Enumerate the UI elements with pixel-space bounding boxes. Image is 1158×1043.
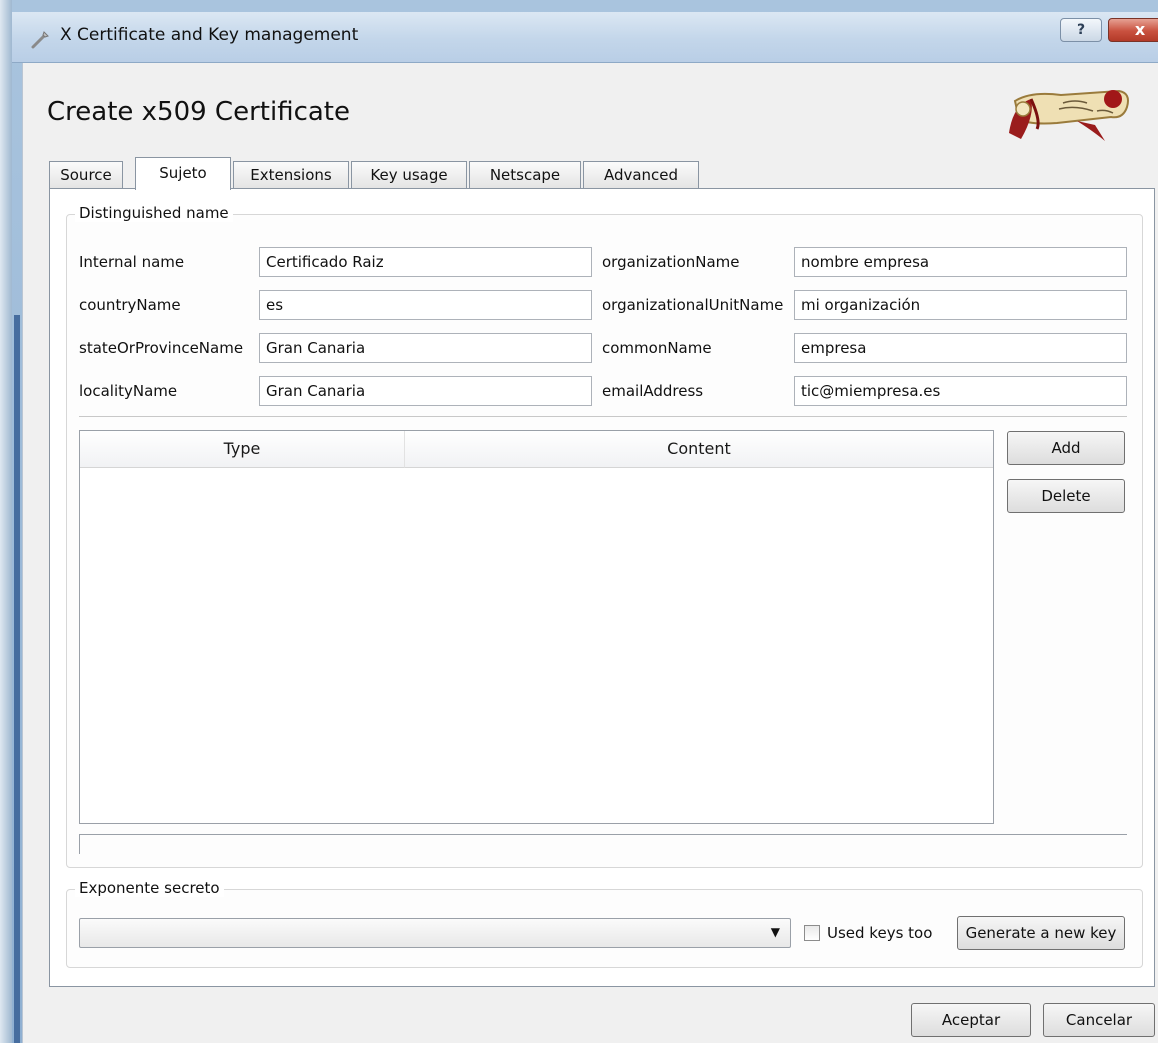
title-bar[interactable]: X Certificate and Key management ? x [12,12,1158,63]
delete-button[interactable]: Delete [1007,479,1125,513]
background-window-strip [14,315,20,1043]
tab-extensions[interactable]: Extensions [233,161,349,189]
extra-dn-table[interactable]: Type Content [79,430,994,824]
window-title: X Certificate and Key management [60,25,359,45]
window-left-border [0,0,20,1043]
close-button[interactable]: x [1108,18,1158,42]
organizational-unit-label: organizationalUnitName [602,296,784,314]
tab-advanced[interactable]: Advanced [583,161,699,189]
organization-name-input[interactable]: nombre empresa [794,247,1127,277]
add-button[interactable]: Add [1007,431,1125,465]
secret-exponent-title: Exponente secreto [75,879,224,897]
dialog-heading: Create x509 Certificate [47,97,350,127]
country-name-label: countryName [79,296,181,314]
used-keys-checkbox[interactable] [804,925,820,941]
distinguished-name-group: Distinguished name Internal name Certifi… [66,204,1143,868]
generate-key-button[interactable]: Generate a new key [957,916,1125,950]
app-icon [31,31,49,49]
distinguished-name-title: Distinguished name [75,204,233,222]
state-name-label: stateOrProvinceName [79,339,244,357]
tab-sujeto[interactable]: Sujeto [135,157,231,190]
common-name-label: commonName [602,339,712,357]
internal-name-input[interactable]: Certificado Raiz [259,247,592,277]
organizational-unit-input[interactable]: mi organización [794,290,1127,320]
organization-name-label: organizationName [602,253,740,271]
content-column-header[interactable]: Content [405,431,993,468]
ok-button[interactable]: Aceptar [911,1003,1031,1037]
key-select[interactable]: ▼ [79,918,791,948]
locality-name-label: localityName [79,382,178,400]
scroll-logo-icon [1009,89,1129,141]
country-name-input[interactable]: es [259,290,592,320]
help-button[interactable]: ? [1060,18,1102,42]
state-name-input[interactable]: Gran Canaria [259,333,592,363]
dropdown-arrow-icon: ▼ [770,925,780,939]
tab-netscape[interactable]: Netscape [469,161,581,189]
email-address-label: emailAddress [602,382,704,400]
separator [79,416,1127,417]
common-name-input[interactable]: empresa [794,333,1127,363]
tab-key-usage[interactable]: Key usage [351,161,467,189]
locality-name-input[interactable]: Gran Canaria [259,376,592,406]
status-line-edge [79,834,80,854]
status-line [79,834,1127,835]
used-keys-label[interactable]: Used keys too [827,924,932,942]
tab-pane-sujeto: Distinguished name Internal name Certifi… [49,188,1155,987]
internal-name-label: Internal name [79,253,185,271]
tab-source[interactable]: Source [49,161,123,189]
dialog-body: Create x509 Certificate Source Sujeto Ex… [22,63,1158,1043]
type-column-header[interactable]: Type [80,431,405,468]
cancel-button[interactable]: Cancelar [1043,1003,1155,1037]
secret-exponent-group: Exponente secreto ▼ Used keys too Genera… [66,879,1143,968]
email-address-input[interactable]: tic@miempresa.es [794,376,1127,406]
